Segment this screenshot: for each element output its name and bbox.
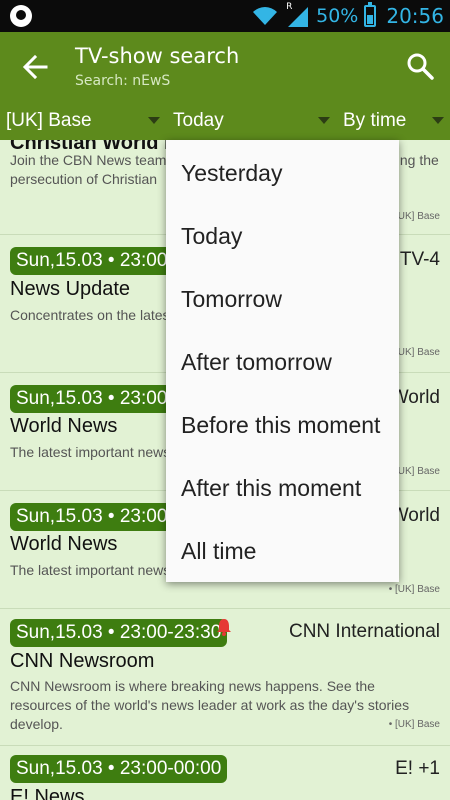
base-label: • [UK] Base (388, 719, 440, 730)
show-title: World News (10, 533, 118, 555)
search-icon[interactable] (406, 52, 434, 80)
status-bar: R 50% 20:56 (0, 0, 450, 32)
show-title: E! News (10, 786, 85, 800)
dropdown-option-all-time[interactable]: All time (181, 538, 256, 565)
filter-bar: [UK] Base Today By time (0, 102, 450, 140)
base-filter-spinner[interactable]: [UK] Base (6, 110, 92, 132)
time-badge: Sun,15.03 • 23:00-2 (10, 385, 191, 413)
base-label: • [UK] Base (388, 584, 440, 595)
sort-filter-label: By time (343, 110, 407, 131)
app-bar: TV-show search Search: nEwS (0, 32, 450, 102)
time-badge: Sun,15.03 • 23:00-23:30 (10, 619, 228, 647)
time-badge: Sun,15.03 • 23:00-2 (10, 503, 191, 531)
wifi-icon (253, 7, 278, 25)
time-badge: Sun,15.03 • 23:00-00:00 (10, 755, 228, 783)
sort-filter-dropdown-icon (432, 117, 444, 124)
time-badge: Sun,15.03 • 23:00-2 (10, 247, 191, 275)
sort-filter-spinner[interactable]: By time (343, 110, 406, 132)
date-filter-dropdown-icon (318, 117, 330, 124)
clock: 20:56 (386, 4, 444, 28)
date-filter-spinner[interactable]: Today (173, 110, 224, 132)
channel-name: E! +1 (395, 758, 440, 779)
date-filter-label: Today (173, 110, 224, 131)
search-query: Search: nEwS (75, 73, 171, 89)
dropdown-option-today[interactable]: Today (181, 223, 242, 250)
back-arrow-icon[interactable] (22, 54, 48, 80)
reminder-bell-icon[interactable] (215, 618, 233, 636)
dropdown-option-tomorrow[interactable]: Tomorrow (181, 286, 282, 313)
show-title: News Update (10, 278, 131, 300)
battery-percent: 50% (316, 5, 359, 27)
list-item[interactable]: Sun,15.03 • 23:00-00:00 E! +1 E! News (0, 746, 450, 800)
show-title: CNN Newsroom (10, 650, 155, 672)
dropdown-option-before-this-moment[interactable]: Before this moment (181, 412, 380, 439)
show-description: CNN Newsroom is where breaking news happ… (10, 678, 410, 732)
page-title: TV-show search (75, 44, 240, 68)
cell-signal-icon: R (284, 2, 310, 27)
list-item[interactable]: Sun,15.03 • 23:00-23:30 CNN Internationa… (0, 609, 450, 746)
date-filter-dropdown-menu: Yesterday Today Tomorrow After tomorrow … (166, 140, 399, 582)
dropdown-option-yesterday[interactable]: Yesterday (181, 160, 282, 187)
show-title: World News (10, 415, 118, 437)
battery-icon (364, 2, 377, 27)
base-filter-dropdown-icon (148, 117, 160, 124)
user-account-icon (10, 5, 32, 27)
dropdown-option-after-this-moment[interactable]: After this moment (181, 475, 361, 502)
channel-name: CNN International (288, 621, 440, 642)
dropdown-option-after-tomorrow[interactable]: After tomorrow (181, 349, 332, 376)
roaming-label: R (286, 2, 293, 12)
base-filter-label: [UK] Base (6, 110, 92, 131)
